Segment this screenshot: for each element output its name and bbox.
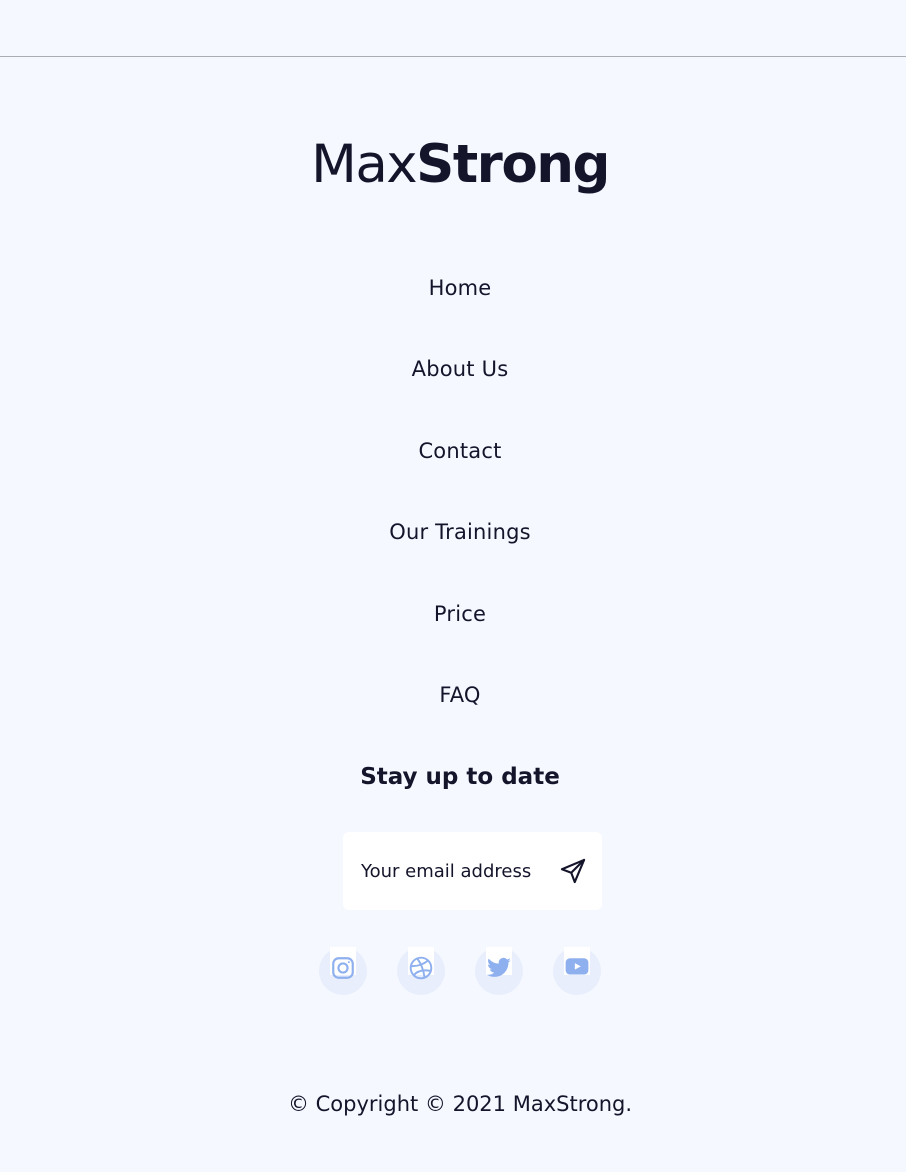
email-input[interactable] [361, 856, 553, 886]
instagram-link[interactable] [319, 947, 367, 995]
site-footer: MaxStrong Home About Us Contact Our Trai… [0, 57, 906, 1172]
nav-link-our-trainings[interactable]: Our Trainings [0, 517, 906, 547]
nav-link-home[interactable]: Home [0, 273, 906, 303]
twitter-link[interactable] [475, 947, 523, 995]
newsletter-heading: Stay up to date [360, 764, 560, 790]
send-button[interactable] [557, 856, 589, 886]
youtube-icon [565, 958, 589, 975]
top-bar [0, 0, 906, 57]
youtube-link[interactable] [553, 947, 601, 995]
dribbble-icon [409, 956, 433, 980]
newsletter-form [343, 832, 602, 910]
nav-link-faq[interactable]: FAQ [0, 680, 906, 710]
nav-link-price[interactable]: Price [0, 599, 906, 629]
nav-link-contact[interactable]: Contact [0, 436, 906, 466]
brand-logo[interactable]: MaxStrong [0, 133, 906, 197]
paper-plane-icon [560, 858, 586, 884]
instagram-icon [332, 957, 354, 979]
twitter-icon [487, 957, 511, 977]
nav-link-about-us[interactable]: About Us [0, 354, 906, 384]
dribbble-link[interactable] [397, 947, 445, 995]
brand-logo-light: Max [311, 134, 418, 195]
copyright-text: © Copyright © 2021 MaxStrong. [287, 1092, 633, 1116]
brand-logo-bold: Strong [416, 134, 610, 195]
